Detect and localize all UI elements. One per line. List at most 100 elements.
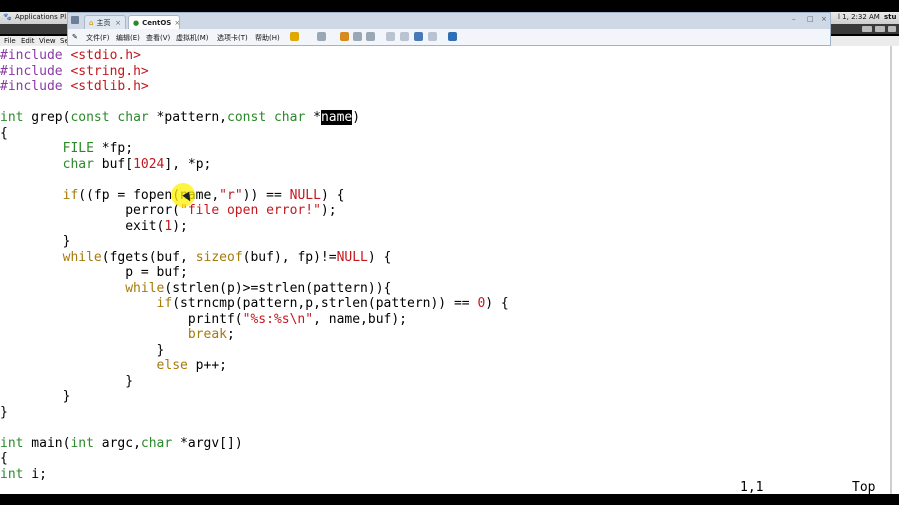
vm-close-button[interactable]: × [821, 15, 827, 23]
code-line[interactable]: exit(1); [0, 219, 509, 235]
applications-menu[interactable]: Applications [15, 13, 58, 21]
code-token: 1024 [133, 156, 165, 172]
vm-menu-edit[interactable]: 编辑(E) [116, 33, 140, 43]
tab-home-label: 主页 [96, 18, 111, 27]
code-token: if [62, 187, 79, 203]
unity-icon[interactable] [428, 32, 437, 41]
revert-snapshot-icon[interactable] [353, 32, 362, 41]
fullscreen-icon[interactable] [414, 32, 423, 41]
vertical-split-bar[interactable] [890, 46, 892, 494]
maximize-button[interactable] [875, 26, 885, 32]
code-token: ) { [485, 296, 509, 311]
code-line[interactable]: { [0, 451, 509, 467]
vim-editor[interactable]: #include <stdio.h> #include <string.h> #in… [0, 46, 899, 494]
code-line[interactable]: int i; [0, 467, 509, 483]
tab-close-icon[interactable]: × [174, 19, 180, 27]
applications-icon[interactable]: 🐾 [3, 13, 12, 21]
code-line[interactable]: { [0, 126, 509, 142]
code-token: { [0, 125, 8, 141]
code-line[interactable]: } [0, 374, 509, 390]
console-view-icon[interactable] [448, 32, 457, 41]
code-line[interactable]: perror("file open error!"); [0, 203, 509, 219]
code-token: printf( [0, 311, 243, 327]
code-line[interactable]: #include <string.h> [0, 64, 509, 80]
vm-maximize-button[interactable]: □ [807, 15, 814, 23]
code-token: while [125, 280, 165, 296]
code-line[interactable]: int grep(const char *pattern,const char … [0, 110, 509, 126]
code-token: } [0, 342, 165, 358]
code-line[interactable]: if(strncmp(pattern,p,strlen(pattern)) ==… [0, 296, 509, 312]
code-token: main( [23, 435, 71, 451]
thumbnail-bar-icon[interactable] [400, 32, 409, 41]
code-line[interactable]: } [0, 343, 509, 359]
tab-close-icon[interactable]: × [115, 19, 121, 27]
code-token: ); [320, 203, 337, 218]
code-line[interactable]: #include <stdio.h> [0, 48, 509, 64]
code-token: * [305, 110, 321, 125]
minimize-button[interactable] [862, 26, 872, 32]
tab-home[interactable]: ⌂ 主页 × [84, 15, 126, 29]
code-token: <stdio.h> [70, 48, 141, 63]
code-line[interactable]: int main(int argc,char *argv[]) [0, 436, 509, 452]
letterbox-bottom [0, 494, 899, 505]
source-code[interactable]: #include <stdio.h> #include <string.h> #in… [0, 48, 509, 482]
code-token: <string.h> [70, 63, 149, 79]
code-line[interactable]: p = buf; [0, 265, 509, 281]
snapshot-icon[interactable] [340, 32, 349, 41]
power-icon[interactable] [290, 32, 299, 41]
code-token: ) [352, 110, 361, 125]
code-line[interactable]: while(fgets(buf, sizeof(buf), fp)!=NULL)… [0, 250, 509, 266]
snapshot-manager-icon[interactable] [366, 32, 375, 41]
vm-menu-view[interactable]: 查看(V) [146, 33, 170, 43]
code-token: while [62, 249, 102, 265]
menu-edit[interactable]: Edit [21, 37, 35, 45]
code-line[interactable]: printf("%s:%s\n", name,buf); [0, 312, 509, 328]
code-token: const char [227, 110, 306, 125]
code-line[interactable]: #include <stdlib.h> [0, 79, 509, 95]
code-token: ; [226, 327, 235, 342]
close-button[interactable] [888, 26, 896, 32]
code-line[interactable]: else p++; [0, 358, 509, 374]
letterbox-top [0, 0, 899, 12]
code-token: "file open error!" [180, 203, 321, 218]
code-token: name [320, 110, 353, 125]
code-token: char [140, 435, 173, 451]
code-token: int [0, 435, 24, 451]
vm-menu-file[interactable]: 文件(F) [86, 33, 110, 43]
code-token: ], *p; [164, 156, 212, 172]
code-token: sizeof [195, 249, 243, 265]
code-line[interactable]: char buf[1024], *p; [0, 157, 509, 173]
code-token: *argv[]) [172, 435, 243, 451]
code-line[interactable]: break; [0, 327, 509, 343]
code-line[interactable] [0, 95, 509, 111]
vm-menu-tabs[interactable]: 选项卡(T) [217, 33, 248, 43]
code-line[interactable]: if((fp = fopen(name,"r")) == NULL) { [0, 188, 509, 204]
code-line[interactable] [0, 420, 509, 436]
vm-menu-vm[interactable]: 虚拟机(M) [176, 33, 209, 43]
code-line[interactable]: } [0, 389, 509, 405]
code-line[interactable]: FILE *fp; [0, 141, 509, 157]
send-keys-icon[interactable] [317, 32, 326, 41]
menu-view[interactable]: View [39, 37, 56, 45]
pin-icon[interactable]: ✎ [72, 33, 78, 41]
vm-minimize-button[interactable]: – [792, 15, 796, 23]
code-token: (strlen(p)>=strlen(pattern)){ [164, 280, 392, 296]
code-line[interactable]: while(strlen(p)>=strlen(pattern)){ [0, 281, 509, 297]
sidebar-toggle-icon[interactable] [386, 32, 395, 41]
home-icon: ⌂ [89, 18, 94, 27]
user-menu[interactable]: stu [884, 13, 897, 21]
clock[interactable]: l 1, 2:32 AM [838, 13, 880, 21]
places-menu[interactable]: Pl [60, 13, 66, 21]
tab-centos[interactable]: ● CentOS × [128, 15, 180, 29]
code-token: const char [70, 110, 149, 125]
vm-menu-help[interactable]: 帮助(H) [255, 33, 280, 43]
code-line[interactable] [0, 172, 509, 188]
code-line[interactable]: } [0, 234, 509, 250]
code-line[interactable]: } [0, 405, 509, 421]
scroll-position: Top [852, 480, 876, 495]
menu-file[interactable]: File [4, 37, 16, 45]
